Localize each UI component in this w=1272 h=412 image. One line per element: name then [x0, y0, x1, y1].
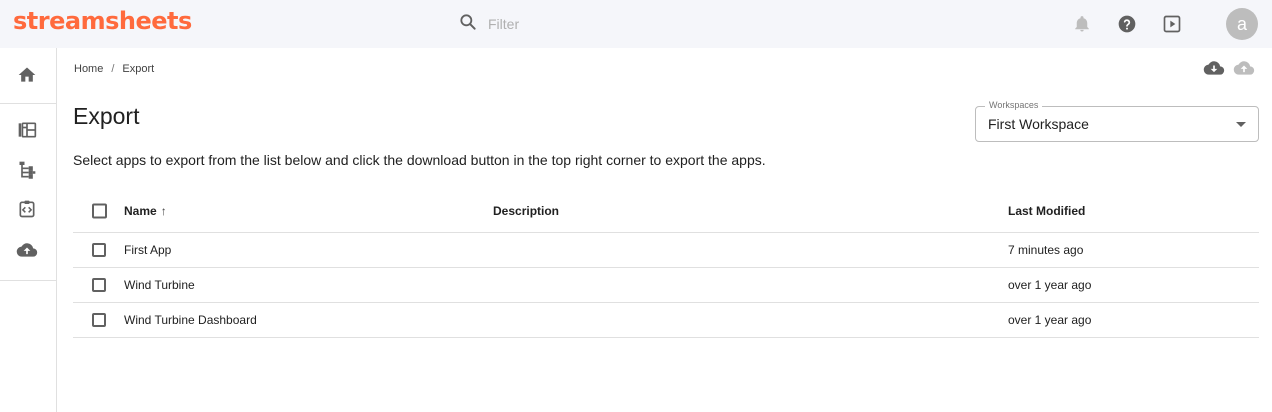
row-name: Wind Turbine [124, 278, 195, 292]
sidebar-item-code[interactable] [14, 198, 40, 224]
sidebar-item-upload[interactable] [14, 239, 40, 265]
cloud-download-icon [1203, 58, 1225, 83]
search-icon [458, 12, 478, 37]
cloud-upload-icon [16, 240, 38, 265]
sidebar-item-home[interactable] [14, 64, 40, 90]
code-box-icon [17, 199, 37, 224]
column-header-name-label: Name [124, 204, 157, 218]
sidebar-divider [0, 280, 56, 281]
upload-button[interactable] [1233, 60, 1255, 80]
breadcrumb: Home / Export [74, 63, 154, 75]
sidebar-item-machines[interactable] [14, 159, 40, 185]
top-app-bar: streamsheets a [0, 0, 1272, 48]
column-header-last-modified: Last Modified [1008, 204, 1086, 218]
cloud-upload-icon [1233, 58, 1255, 83]
chevron-down-icon [1236, 122, 1246, 127]
search-bar [458, 11, 758, 37]
table-row[interactable]: First App 7 minutes ago [73, 233, 1259, 268]
row-name: Wind Turbine Dashboard [124, 313, 257, 327]
select-all-checkbox[interactable] [92, 203, 107, 219]
home-icon [17, 65, 37, 90]
row-last-modified: over 1 year ago [1008, 278, 1092, 292]
apps-table: Name ↑ Description Last Modified First Ap… [73, 190, 1259, 338]
workspace-select-label: Workspaces [985, 100, 1043, 110]
table-header-row: Name ↑ Description Last Modified [73, 190, 1259, 233]
row-checkbox[interactable] [92, 313, 106, 327]
row-last-modified: 7 minutes ago [1008, 243, 1084, 257]
sort-arrow-icon: ↑ [160, 204, 167, 218]
machine-tree-icon [17, 159, 37, 186]
sidebar-item-dashboard[interactable] [14, 119, 40, 145]
breadcrumb-home[interactable]: Home [74, 63, 103, 75]
row-checkbox[interactable] [92, 243, 106, 257]
search-input[interactable] [488, 16, 748, 32]
row-last-modified: over 1 year ago [1008, 313, 1092, 327]
workspace-select[interactable]: Workspaces First Workspace [975, 100, 1259, 142]
help-icon[interactable] [1115, 12, 1139, 36]
page-title: Export [73, 103, 140, 129]
row-name: First App [124, 243, 172, 257]
sidebar-divider [0, 103, 56, 104]
breadcrumb-current: Export [122, 63, 155, 75]
page-instructions: Select apps to export from the list belo… [73, 152, 766, 168]
table-row[interactable]: Wind Turbine Dashboard over 1 year ago [73, 303, 1259, 338]
breadcrumb-separator: / [111, 63, 115, 75]
app-logo[interactable]: streamsheets [13, 7, 192, 35]
avatar[interactable]: a [1226, 8, 1258, 40]
column-header-name[interactable]: Name ↑ [124, 204, 167, 218]
sidebar [0, 48, 57, 412]
table-row[interactable]: Wind Turbine over 1 year ago [73, 268, 1259, 303]
bell-icon[interactable] [1070, 12, 1094, 36]
dashboard-icon [17, 120, 37, 145]
workspace-select-value: First Workspace [988, 116, 1089, 132]
row-checkbox[interactable] [92, 278, 106, 292]
download-button[interactable] [1203, 60, 1225, 80]
play-box-icon[interactable] [1160, 12, 1184, 36]
column-header-description: Description [493, 204, 560, 218]
